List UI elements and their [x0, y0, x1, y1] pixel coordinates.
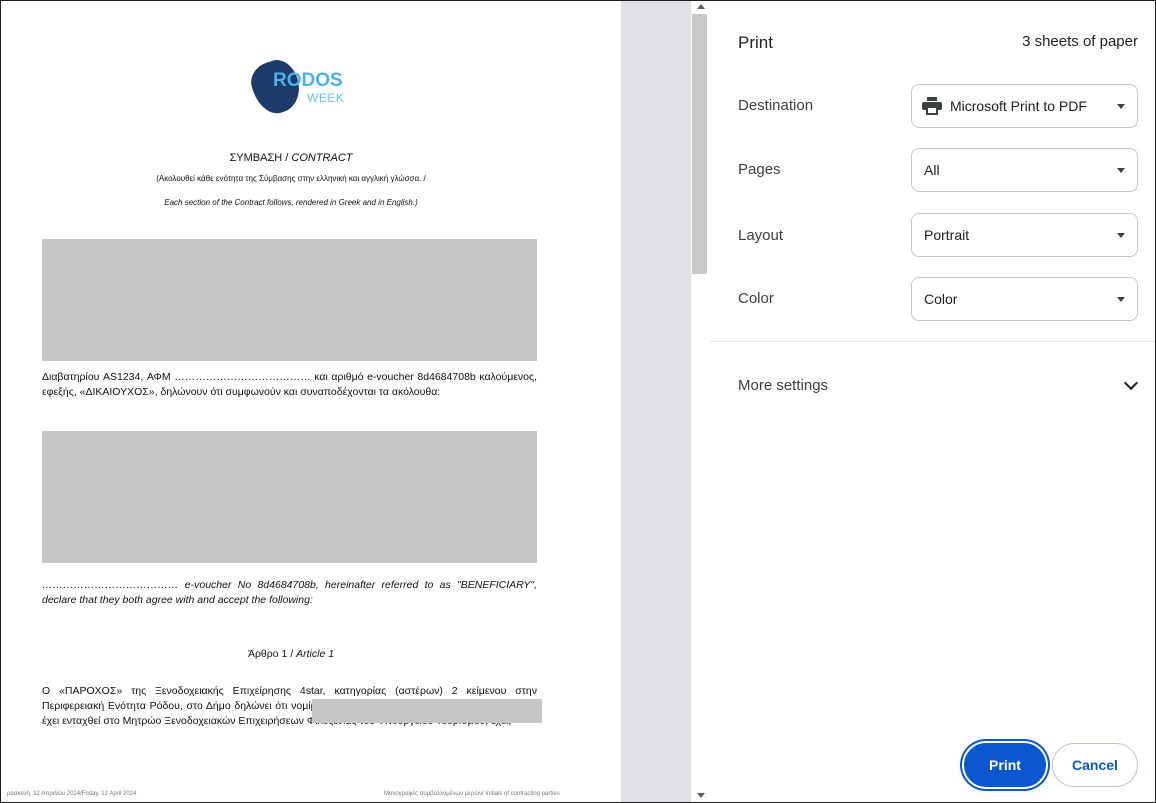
cancel-button[interactable]: Cancel: [1052, 743, 1138, 787]
page-footer-initials: Μονογραφές συμβαλλομένων μερών/ Initials…: [384, 791, 560, 797]
preview-page: RODOS WEEK ΣΥΜΒΑΣΗ / CONTRACT (Ακολουθεί…: [1, 1, 621, 802]
more-settings-toggle[interactable]: More settings: [710, 362, 1156, 408]
note-greek: (Ακολουθεί κάθε ενότητα της Σύμβασης στη…: [156, 174, 426, 183]
note-english: Each section of the Contract follows, re…: [164, 198, 418, 207]
print-button[interactable]: Print: [964, 743, 1046, 787]
dropdown-caret-icon: [1117, 168, 1125, 173]
logo-text: RODOS: [273, 70, 343, 91]
layout-select[interactable]: Portrait: [911, 213, 1138, 257]
dropdown-caret-icon: [1117, 104, 1125, 109]
pages-label: Pages: [738, 161, 781, 178]
paragraph-english-parties: ………………………………… e-voucher No 8d4684708b, h…: [42, 579, 537, 606]
color-label: Color: [738, 290, 774, 307]
article-greek: Άρθρο 1 /: [247, 648, 297, 660]
chevron-down-icon: [1123, 375, 1139, 391]
section-divider: [710, 341, 1156, 342]
title-greek: ΣΥΜΒΑΣΗ /: [229, 152, 292, 164]
destination-value: Microsoft Print to PDF: [950, 98, 1087, 114]
preview-gutter: [621, 0, 691, 803]
preview-scrollbar[interactable]: [691, 0, 710, 803]
dropdown-caret-icon: [1117, 233, 1125, 238]
scroll-down-icon[interactable]: [697, 793, 705, 798]
pages-value: All: [924, 162, 940, 178]
print-preview: RODOS WEEK ΣΥΜΒΑΣΗ / CONTRACT (Ακολουθεί…: [0, 0, 710, 803]
document-title: ΣΥΜΒΑΣΗ / CONTRACT: [1, 152, 581, 164]
paragraph-greek-parties: Διαβατηρίου AS1234, ΑΦΜ ………………………………… κα…: [42, 371, 537, 398]
dropdown-caret-icon: [1117, 297, 1125, 302]
redacted-block: [42, 239, 537, 361]
rodos-week-logo: RODOS WEEK: [246, 55, 345, 119]
page-footer-date: ρασκευή, 12 Απριλίου 2024/Friday, 12 Apr…: [7, 791, 137, 797]
destination-select[interactable]: Microsoft Print to PDF: [911, 84, 1138, 128]
redacted-block: [42, 431, 537, 563]
title-english: CONTRACT: [291, 152, 353, 164]
pages-select[interactable]: All: [911, 148, 1138, 192]
printer-icon: [922, 97, 942, 115]
print-settings-panel: Print 3 sheets of paper Destination Micr…: [710, 0, 1156, 803]
color-select[interactable]: Color: [911, 277, 1138, 321]
article-heading: Άρθρο 1 / Article 1: [1, 648, 581, 660]
color-value: Color: [924, 291, 958, 307]
article-english: Article 1: [296, 648, 335, 660]
scrollbar-thumb[interactable]: [692, 14, 707, 274]
sheet-count: 3 sheets of paper: [1022, 33, 1138, 50]
destination-label: Destination: [738, 97, 814, 114]
scroll-up-icon[interactable]: [697, 4, 705, 9]
redacted-inline: [312, 699, 542, 723]
layout-label: Layout: [738, 227, 784, 244]
logo-subtext: WEEK: [307, 91, 345, 105]
panel-title: Print: [738, 33, 773, 52]
more-settings-label: More settings: [738, 377, 829, 394]
layout-value: Portrait: [924, 227, 970, 243]
